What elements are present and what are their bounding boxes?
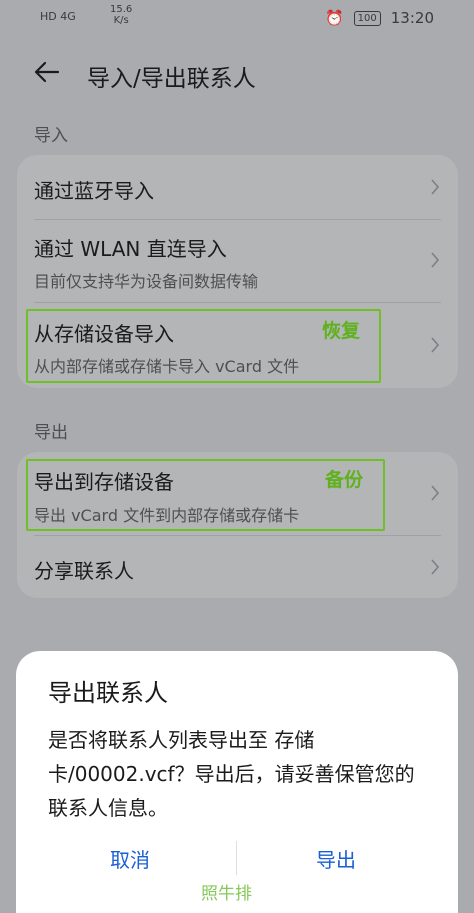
annotation-restore: 恢复 (322, 320, 361, 342)
back-arrow-icon[interactable] (32, 57, 62, 87)
item-title: 通过 WLAN 直连导入 (34, 237, 227, 261)
item-title: 分享联系人 (34, 559, 134, 583)
network-speed: 15.6 K/s (110, 4, 132, 26)
cancel-button[interactable]: 取消 (110, 844, 150, 873)
app-header: 导入/导出联系人 (0, 55, 474, 95)
export-contacts-dialog: 导出联系人 是否将联系人列表导出至 存储卡/00002.vcf？导出后，请妥善保… (16, 651, 458, 913)
import-bluetooth-item[interactable]: 通过蓝牙导入 (17, 155, 458, 219)
network-speed-value: 15.6 (110, 4, 133, 15)
clock: 13:20 (390, 9, 434, 27)
dialog-message: 是否将联系人列表导出至 存储卡/00002.vcf？导出后，请妥善保管您的联系人… (48, 728, 415, 820)
button-separator (236, 841, 237, 875)
status-right: ⏰ 100 13:20 (325, 9, 434, 27)
alarm-icon: ⏰ (324, 9, 344, 27)
page-title: 导入/导出联系人 (87, 66, 256, 92)
item-title: 通过蓝牙导入 (34, 179, 154, 203)
watermark: 照牛排 (201, 884, 252, 904)
chevron-right-icon (431, 179, 440, 195)
item-subtitle: 目前仅支持华为设备间数据传输 (34, 272, 259, 291)
chevron-right-icon (431, 252, 440, 268)
status-bar: HD 4G 15.6 K/s ⏰ 100 13:20 (0, 0, 474, 36)
battery-indicator: 100 (353, 10, 381, 26)
annotation-backup: 备份 (325, 469, 364, 491)
chevron-right-icon (431, 337, 440, 353)
export-section-label: 导出 (34, 423, 68, 443)
export-button[interactable]: 导出 (316, 844, 356, 873)
chevron-right-icon (431, 485, 440, 501)
import-section-label: 导入 (34, 126, 68, 146)
import-wlan-item[interactable]: 通过 WLAN 直连导入 目前仅支持华为设备间数据传输 (17, 220, 458, 302)
share-contacts-item[interactable]: 分享联系人 (17, 536, 458, 598)
signal-indicator: HD 4G (40, 10, 76, 23)
chevron-right-icon (431, 559, 440, 575)
network-speed-unit: K/s (113, 15, 129, 26)
dialog-title: 导出联系人 (48, 679, 168, 707)
